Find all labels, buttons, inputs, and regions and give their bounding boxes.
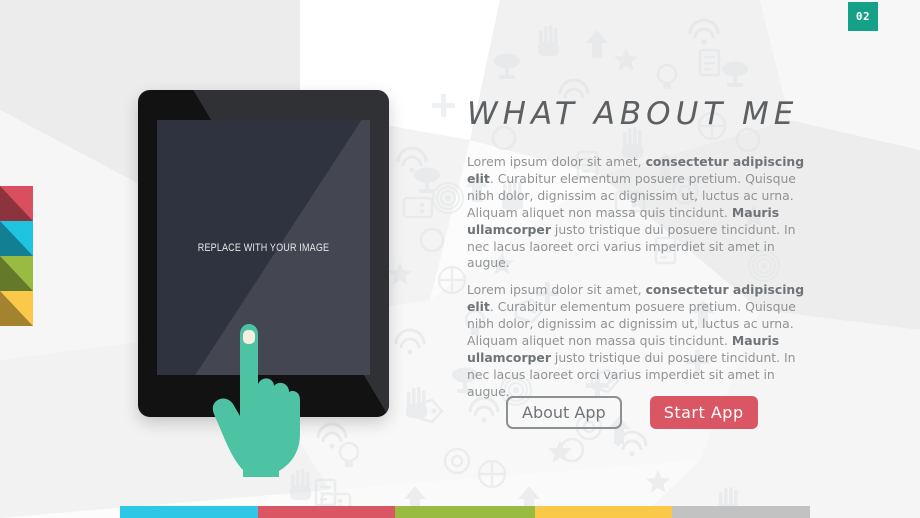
bar-segment-red — [258, 506, 395, 518]
content-column: WHAT ABOUT ME Lorem ipsum dolor sit amet… — [467, 96, 817, 411]
action-button-row: About App Start App — [506, 396, 758, 429]
page-title: WHAT ABOUT ME — [467, 96, 799, 132]
body-paragraph-1: Lorem ipsum dolor sit amet, consectetur … — [467, 154, 805, 271]
body-paragraph-2: Lorem ipsum dolor sit amet, consectetur … — [467, 282, 805, 399]
tab-fold-shadow — [0, 221, 33, 256]
side-color-tabs — [0, 186, 33, 326]
tab-fold-shadow — [0, 256, 33, 291]
slide-canvas: 02 REPLACE WITH YOUR IMAGE WHAT ABOUT ME… — [0, 0, 920, 518]
bar-segment-gray — [672, 506, 810, 518]
page-number-badge: 02 — [848, 2, 878, 31]
bottom-color-bar — [120, 506, 810, 518]
side-tab-red[interactable] — [0, 186, 33, 221]
bar-segment-green — [395, 506, 535, 518]
bar-segment-yellow — [535, 506, 672, 518]
page-number-text: 02 — [855, 10, 871, 23]
side-tab-green[interactable] — [0, 256, 33, 291]
side-tab-cyan[interactable] — [0, 221, 33, 256]
start-app-button[interactable]: Start App — [649, 396, 758, 429]
side-tab-yellow[interactable] — [0, 291, 33, 326]
bar-segment-cyan — [120, 506, 258, 518]
pointing-hand-icon — [212, 324, 300, 477]
about-app-button[interactable]: About App — [506, 396, 622, 429]
tab-fold-shadow — [0, 291, 33, 326]
image-placeholder-text: REPLACE WITH YOUR IMAGE — [197, 241, 330, 254]
tab-fold-shadow — [0, 186, 33, 221]
